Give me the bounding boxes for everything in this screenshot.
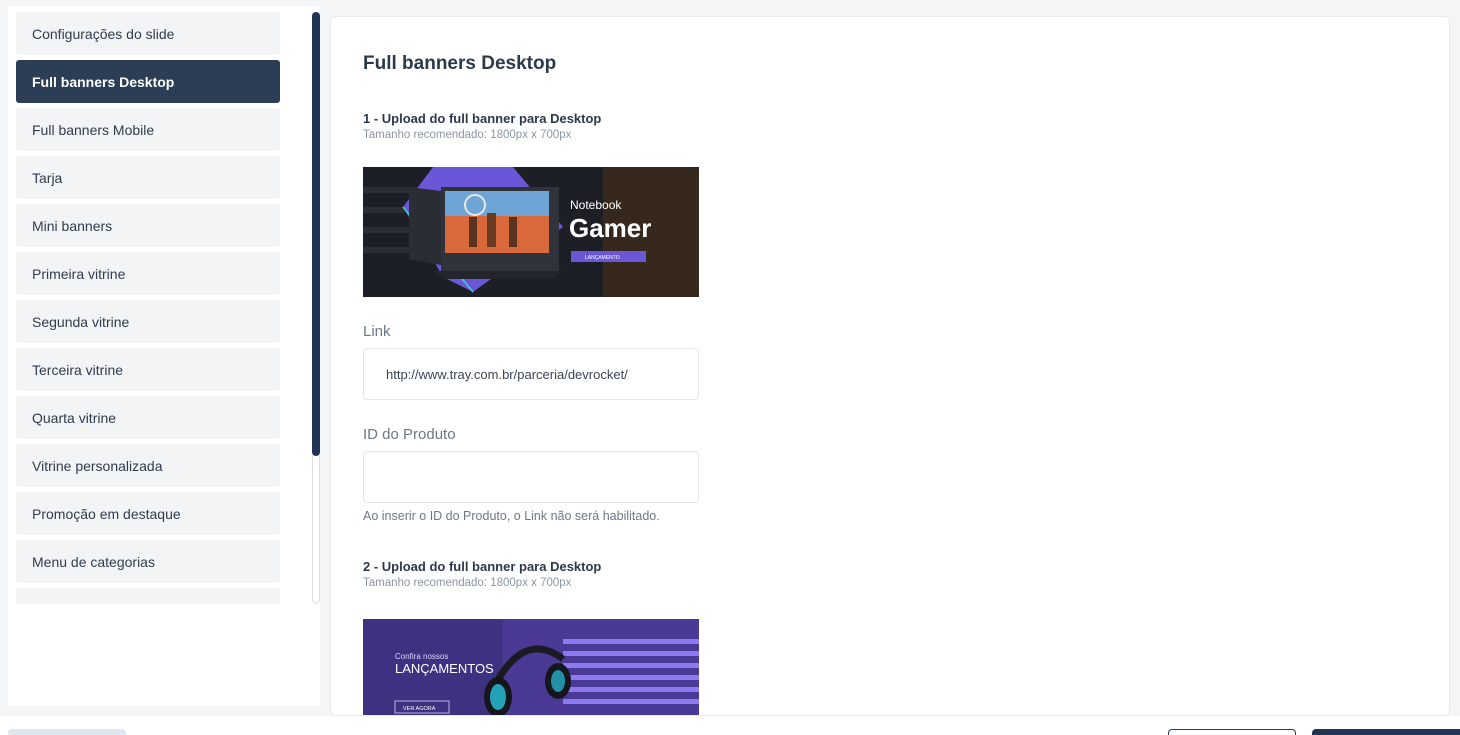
headphone-banner-art: Confira nossos LANÇAMENTOS VER AGORA [363, 619, 699, 715]
menu-item-third-showcase[interactable]: Terceira vitrine [16, 348, 280, 391]
menu-item-label: Configurações do slide [32, 25, 175, 42]
menu-item-label: Segunda vitrine [32, 313, 130, 330]
menu-item-label: Full banners Mobile [32, 121, 155, 138]
upload-section-1: 1 - Upload do full banner para Desktop T… [363, 111, 883, 297]
banner-line2: Gamer [569, 213, 651, 243]
menu-item-label: Quarta vitrine [32, 409, 117, 426]
settings-menu: Configurações do slide Full banners Desk… [16, 12, 280, 604]
secondary-button[interactable] [1168, 729, 1296, 735]
menu-item-mini-banners[interactable]: Mini banners [16, 204, 280, 247]
product-id-label: ID do Produto [363, 426, 456, 443]
menu-item-second-showcase[interactable]: Segunda vitrine [16, 300, 280, 343]
banner-line1: Confira nossos [395, 652, 448, 661]
banner-preview-2[interactable]: Confira nossos LANÇAMENTOS VER AGORA [363, 619, 699, 715]
main-panel: Full banners Desktop 1 - Upload do full … [330, 16, 1450, 716]
size-hint: Tamanho recomendado: 1800px x 700px [363, 129, 572, 141]
menu-item-full-banners-mobile[interactable]: Full banners Mobile [16, 108, 280, 151]
size-hint: Tamanho recomendado: 1800px x 700px [363, 577, 572, 589]
menu-item-label: Menu de categorias [32, 553, 155, 570]
menu-item-slide-settings[interactable]: Configurações do slide [16, 12, 280, 55]
menu-item-label: Promoção em destaque [32, 505, 181, 522]
link-input[interactable]: http://www.tray.com.br/parceria/devrocke… [363, 348, 699, 400]
menu-item-label: Tarja [32, 169, 63, 186]
menu-item-fourth-showcase[interactable]: Quarta vitrine [16, 396, 280, 439]
sidebar: Configurações do slide Full banners Desk… [8, 6, 320, 706]
page-title: Full banners Desktop [363, 53, 557, 74]
banner-cta: VER AGORA [403, 706, 436, 712]
menu-item-category-menu[interactable]: Menu de categorias [16, 540, 280, 583]
menu-item-label: Terceira vitrine [32, 361, 124, 378]
banner-preview-1[interactable]: Notebook Gamer LANÇAMENTO [363, 167, 699, 297]
product-id-help: Ao inserir o ID do Produto, o Link não s… [363, 509, 660, 523]
menu-item-label: Vitrine personalizada [32, 457, 163, 474]
menu-item-label: Primeira vitrine [32, 265, 126, 282]
menu-item-featured-promotion[interactable]: Promoção em destaque [16, 492, 280, 535]
content: Full banners Desktop 1 - Upload do full … [363, 53, 883, 715]
menu-item-first-showcase[interactable]: Primeira vitrine [16, 252, 280, 295]
banner-line1: Notebook [570, 198, 622, 212]
menu-item-tarja[interactable]: Tarja [16, 156, 280, 199]
link-value: http://www.tray.com.br/parceria/devrocke… [386, 366, 628, 382]
product-id-input[interactable] [363, 451, 699, 503]
menu-scrollbar-thumb[interactable] [312, 12, 320, 456]
menu-item-full-banners-desktop[interactable]: Full banners Desktop [16, 60, 280, 103]
banner-line2: LANÇAMENTOS [395, 661, 494, 676]
gamer-banner-art: Notebook Gamer LANÇAMENTO [363, 167, 699, 297]
menu-item-label: Mini banners [32, 217, 113, 234]
upload-title: 2 - Upload do full banner para Desktop [363, 559, 602, 574]
menu-item-label: Full banners Desktop [32, 73, 175, 90]
banner-cta: LANÇAMENTO [585, 255, 620, 261]
menu-item-custom-showcase[interactable]: Vitrine personalizada [16, 444, 280, 487]
menu-item-partial[interactable] [16, 588, 280, 604]
link-label: Link [363, 323, 391, 340]
upload-title: 1 - Upload do full banner para Desktop [363, 111, 602, 126]
upload-section-2: 2 - Upload do full banner para Desktop T… [363, 559, 883, 715]
back-button[interactable] [8, 729, 126, 735]
primary-button[interactable] [1312, 729, 1460, 735]
